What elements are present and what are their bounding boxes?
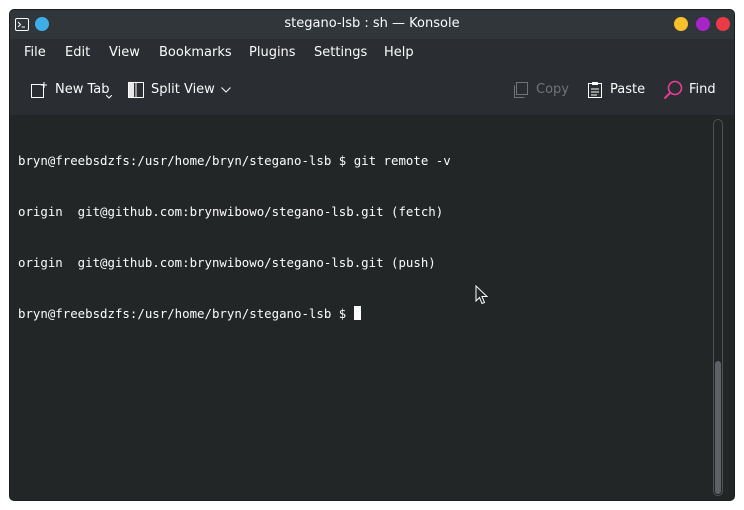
menu-file[interactable]: File <box>24 45 46 60</box>
copy-button[interactable]: Copy <box>512 79 570 103</box>
new-tab-label: New Tab <box>55 82 110 97</box>
find-button[interactable]: Find <box>663 79 719 103</box>
maximize-button[interactable] <box>696 17 710 31</box>
close-button[interactable] <box>716 17 730 31</box>
split-view-button[interactable]: Split View <box>127 79 235 103</box>
mouse-pointer-icon <box>475 285 489 305</box>
copy-icon <box>514 82 528 98</box>
terminal-line: bryn@freebsdzfs:/usr/home/bryn/stegano-l… <box>18 153 451 168</box>
new-tab-icon <box>31 82 47 98</box>
menu-edit[interactable]: Edit <box>65 45 90 60</box>
paste-button[interactable]: Paste <box>586 79 648 103</box>
magnifier-icon <box>663 80 683 100</box>
paste-label: Paste <box>610 82 646 97</box>
menu-bar: File Edit View Bookmarks Plugins Setting… <box>10 39 734 67</box>
new-tab-button[interactable]: New Tab <box>30 79 112 103</box>
terminal-line: origin git@github.com:brynwibowo/stegano… <box>18 204 444 219</box>
find-label: Find <box>689 82 716 97</box>
terminal-prompt-line: bryn@freebsdzfs:/usr/home/bryn/stegano-l… <box>18 305 451 322</box>
main-toolbar: New Tab Split View Copy Paste Find <box>10 67 734 115</box>
scrollbar-thumb[interactable] <box>715 361 721 494</box>
menu-bookmarks[interactable]: Bookmarks <box>159 45 232 60</box>
split-view-label: Split View <box>151 82 215 97</box>
terminal-view[interactable]: bryn@freebsdzfs:/usr/home/bryn/stegano-l… <box>10 115 734 500</box>
chevron-down-icon[interactable] <box>221 87 231 93</box>
terminal-output: bryn@freebsdzfs:/usr/home/bryn/stegano-l… <box>18 118 451 356</box>
copy-label: Copy <box>536 82 569 97</box>
terminal-line: origin git@github.com:brynwibowo/stegano… <box>18 255 436 270</box>
text-cursor <box>353 306 361 320</box>
new-tab-dropdown-icon[interactable] <box>106 95 112 99</box>
terminal-prompt: bryn@freebsdzfs:/usr/home/bryn/stegano-l… <box>18 306 354 321</box>
menu-settings[interactable]: Settings <box>314 45 367 60</box>
menu-view[interactable]: View <box>109 45 140 60</box>
split-view-icon <box>128 82 144 98</box>
title-bar[interactable]: stegano-lsb : sh — Konsole <box>10 10 734 39</box>
window-title: stegano-lsb : sh — Konsole <box>284 16 460 31</box>
minimize-button[interactable] <box>674 17 688 31</box>
menu-help[interactable]: Help <box>384 45 414 60</box>
menu-plugins[interactable]: Plugins <box>249 45 296 60</box>
konsole-window: stegano-lsb : sh — Konsole File Edit Vie… <box>10 10 734 500</box>
paste-icon <box>588 82 602 98</box>
